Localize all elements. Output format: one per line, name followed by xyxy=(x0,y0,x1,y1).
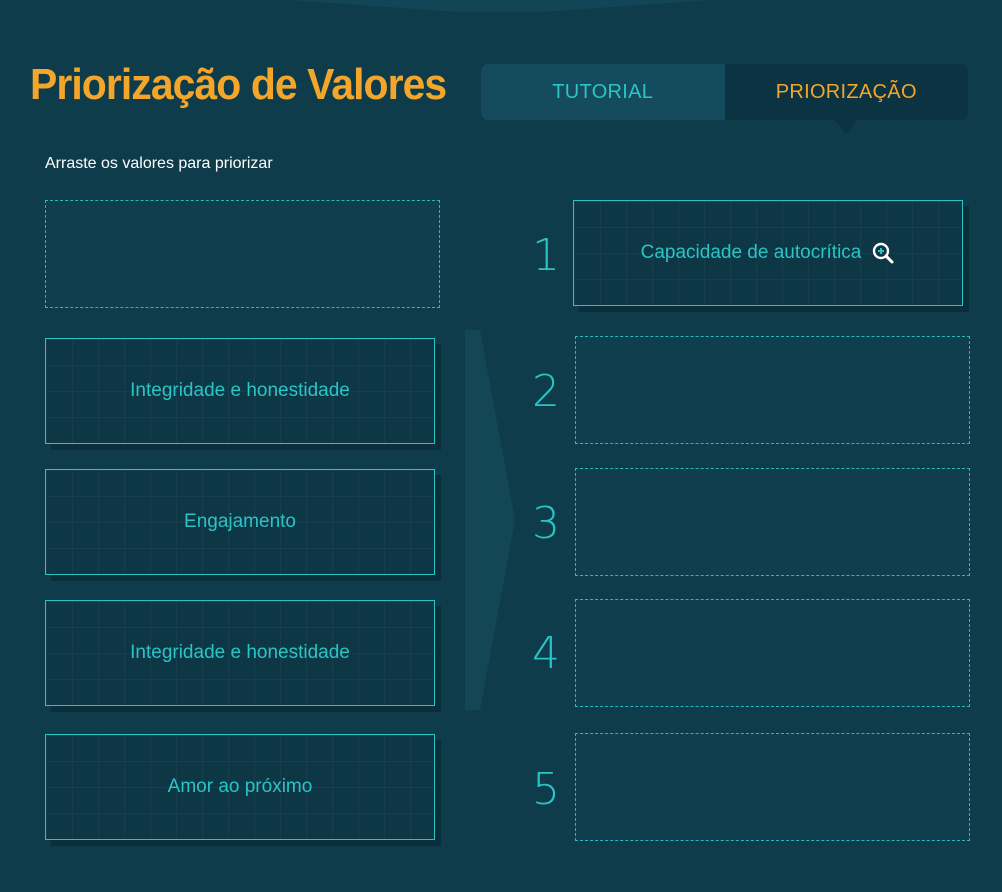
value-card-engajamento[interactable]: Engajamento xyxy=(45,469,435,575)
arrow-decoration xyxy=(465,330,515,710)
rank-slot-4[interactable] xyxy=(575,599,970,707)
value-card-label: Amor ao próximo xyxy=(167,776,313,797)
page-title: Priorização de Valores xyxy=(30,60,447,109)
value-card-label: Engajamento xyxy=(184,511,296,532)
value-card-label: Integridade e honestidade xyxy=(130,380,350,401)
rank-slot-2[interactable] xyxy=(575,336,970,444)
rank-slot-1-card[interactable]: Capacidade de autocrítica xyxy=(573,200,963,306)
rank-slot-5[interactable] xyxy=(575,733,970,841)
rank-number-2: 2 xyxy=(532,366,560,417)
tab-tutorial[interactable]: TUTORIAL xyxy=(481,64,725,120)
rank-number-1: 1 xyxy=(532,230,560,281)
value-card-integridade-1[interactable]: Integridade e honestidade xyxy=(45,338,435,444)
value-card-amor[interactable]: Amor ao próximo xyxy=(45,734,435,840)
value-card-label: Integridade e honestidade xyxy=(130,642,350,663)
tab-priorizacao[interactable]: PRIORIZAÇÃO xyxy=(725,64,969,134)
value-card-integridade-2[interactable]: Integridade e honestidade xyxy=(45,600,435,706)
rank-number-3: 3 xyxy=(532,498,560,549)
rank-slot-3[interactable] xyxy=(575,468,970,576)
zoom-in-icon[interactable] xyxy=(871,241,895,265)
rank-number-4: 4 xyxy=(532,628,560,679)
top-notch-decoration xyxy=(290,0,710,12)
instruction-text: Arraste os valores para priorizar xyxy=(45,155,273,172)
rank-card-label: Capacidade de autocrítica xyxy=(640,242,862,263)
rank-number-5: 5 xyxy=(532,764,560,815)
source-slot-empty[interactable] xyxy=(45,200,440,308)
tab-bar: TUTORIAL PRIORIZAÇÃO xyxy=(481,64,969,134)
